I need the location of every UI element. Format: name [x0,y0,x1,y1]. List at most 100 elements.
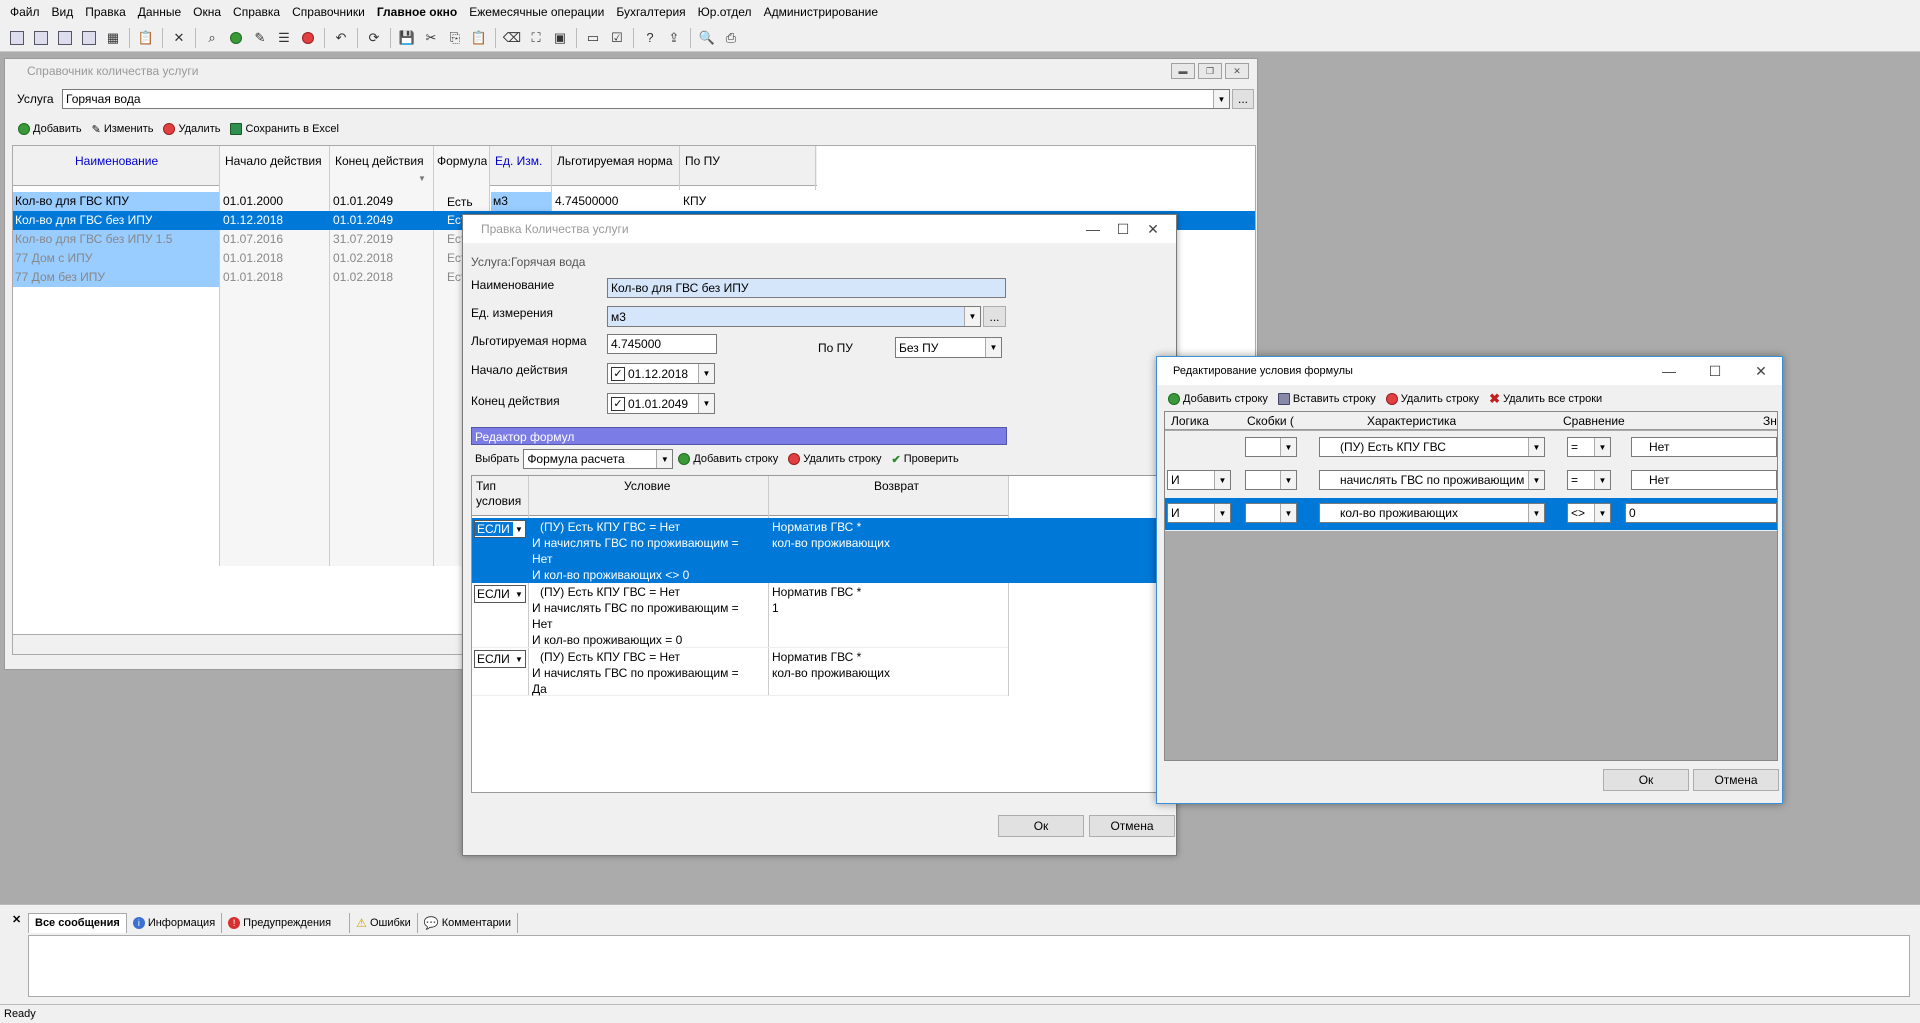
menu-item[interactable]: Ежемесячные операции [463,0,610,24]
cond-cancel-button[interactable]: Отмена [1693,769,1779,791]
cond-delete-all-button[interactable]: ✖ Удалить все строки [1484,389,1607,409]
chevron-down-icon[interactable]: ▼ [1594,438,1610,456]
eraser-icon[interactable]: ⌫ [501,27,523,49]
refresh-icon[interactable]: ⟳ [363,27,385,49]
formula-row-type-select[interactable]: ЕСЛИ ▼ [474,585,526,603]
unit-browse-button[interactable]: ... [983,306,1006,327]
menu-item[interactable]: Юр.отдел [692,0,758,24]
menu-item[interactable]: Бухгалтерия [610,0,691,24]
print-preview-icon[interactable]: 🔍 [696,27,718,49]
cond-value-field[interactable]: Нет [1631,470,1777,490]
formula-row-type-select[interactable]: ЕСЛИ ▼ [474,520,526,538]
chevron-down-icon[interactable]: ▼ [964,307,980,326]
unit-select[interactable]: м3 ▼ [607,306,981,327]
checkbox-icon[interactable]: ✓ [611,396,625,411]
col-header-pu[interactable]: По ПУ [683,154,720,169]
cond-bracket-select[interactable]: ▼ [1245,470,1297,490]
chevron-down-icon[interactable]: ▼ [698,394,714,413]
chevron-down-icon[interactable]: ▼ [1280,471,1296,489]
layout-icon[interactable] [30,27,52,49]
edit-icon[interactable]: ✎ [249,27,271,49]
messages-list[interactable] [28,935,1910,997]
col-header-end[interactable]: Конец действия [333,154,424,169]
menu-item[interactable]: Справочники [286,0,371,24]
service-select[interactable]: Горячая вода ▼ [62,89,1230,109]
condition-row[interactable]: И ▼ ▼ начислять ГВС по проживающим ▼ = ▼ Не… [1165,465,1777,497]
service-browse-button[interactable]: ... [1232,89,1254,109]
close-icon[interactable]: ✕ [1138,219,1168,239]
cond-add-row-button[interactable]: Добавить строку [1163,389,1273,409]
minimize-button[interactable]: ▬ [1171,63,1195,79]
excel-button[interactable]: Сохранить в Excel [225,119,344,139]
maximize-icon[interactable]: ☐ [1108,219,1138,239]
menu-item[interactable]: Файл [4,0,46,24]
minimize-icon[interactable]: — [1654,361,1684,381]
cond-bracket-select[interactable]: ▼ [1245,503,1297,523]
menu-item[interactable]: Данные [132,0,187,24]
tab-comments[interactable]: 💬 Комментарии [418,913,518,933]
cond-characteristic-select[interactable]: начислять ГВС по проживающим ▼ [1319,470,1545,490]
properties-icon[interactable]: ☰ [273,27,295,49]
add-icon[interactable] [225,27,247,49]
close-icon[interactable]: ✕ [1746,361,1776,381]
tab-all-messages[interactable]: Все сообщения [28,913,127,933]
chevron-down-icon[interactable]: ▼ [1280,438,1296,456]
undo-icon[interactable]: ↶ [330,27,352,49]
menu-item[interactable]: Окна [187,0,227,24]
chevron-down-icon[interactable]: ▼ [1280,504,1296,522]
close-icon[interactable]: ✕ [168,27,190,49]
copy-icon[interactable]: ⎘ [444,27,466,49]
col-header-unit[interactable]: Ед. Изм. [493,154,542,169]
chevron-down-icon[interactable]: ▼ [513,590,525,599]
checkbox-icon[interactable]: ✓ [611,366,625,381]
chevron-down-icon[interactable]: ▼ [1528,504,1544,522]
save-icon[interactable]: 💾 [396,27,418,49]
print-icon[interactable]: ⎙ [720,27,742,49]
edit-button[interactable]: ✎ Изменить [87,119,159,139]
cond-value-field[interactable]: 0 [1625,503,1777,523]
chevron-down-icon[interactable]: ▼ [1528,438,1544,456]
col-header-norm[interactable]: Льготируемая норма [555,154,673,169]
layout-icon[interactable] [78,27,100,49]
cond-bracket-select[interactable]: ▼ [1245,437,1297,457]
check-window-icon[interactable]: ☑ [606,27,628,49]
check-button[interactable]: ✔ Проверить [886,449,963,469]
fullscreen-icon[interactable]: ⛶ [525,27,547,49]
condition-row[interactable]: ▼ (ПУ) Есть КПУ ГВС ▼ = ▼ Нет [1165,432,1777,464]
chevron-down-icon[interactable]: ▼ [1213,90,1229,108]
cond-compare-select[interactable]: <> ▼ [1567,503,1611,523]
tab-errors[interactable]: ⚠ Ошибки [350,913,418,933]
cond-value-field[interactable]: Нет [1631,437,1777,457]
cond-ok-button[interactable]: Ок [1603,769,1689,791]
formula-add-row-button[interactable]: Добавить строку [673,449,783,469]
tab-warnings[interactable]: ! Предупреждения [222,913,351,933]
menu-item[interactable]: Правка [79,0,132,24]
layout-icon[interactable] [6,27,28,49]
menu-item[interactable]: Администрирование [758,0,884,24]
edit-cancel-button[interactable]: Отмена [1089,815,1175,837]
pu-select[interactable]: Без ПУ ▼ [895,337,1002,358]
close-button[interactable]: ✕ [1225,63,1249,79]
chevron-down-icon[interactable]: ▼ [698,364,714,383]
formula-row-type-select[interactable]: ЕСЛИ ▼ [474,650,526,668]
close-panel-icon[interactable]: ✕ [12,913,21,926]
cond-logic-select[interactable]: И ▼ [1167,470,1231,490]
norm-field[interactable]: 4.745000 [607,334,717,354]
grid-icon[interactable]: ▦ [102,27,124,49]
menu-item[interactable]: Главное окно [371,0,463,24]
chevron-down-icon[interactable]: ▼ [1214,504,1230,522]
cond-characteristic-select[interactable]: (ПУ) Есть КПУ ГВС ▼ [1319,437,1545,457]
chevron-down-icon[interactable]: ▼ [1528,471,1544,489]
chevron-down-icon[interactable]: ▼ [985,338,1001,357]
restore-button[interactable]: ❐ [1198,63,1222,79]
calendar-icon[interactable]: ▣ [549,27,571,49]
col-header-formula[interactable]: Формула [435,154,487,169]
window-icon[interactable]: ▭ [582,27,604,49]
delete-icon[interactable] [297,27,319,49]
col-header-start[interactable]: Начало действия [223,154,322,169]
chevron-down-icon[interactable]: ▼ [513,525,525,534]
edit-ok-button[interactable]: Ок [998,815,1084,837]
condition-row[interactable]: И ▼ ▼ кол-во проживающих ▼ <> ▼ 0 [1165,498,1777,530]
cond-compare-select[interactable]: = ▼ [1567,470,1611,490]
cond-compare-select[interactable]: = ▼ [1567,437,1611,457]
